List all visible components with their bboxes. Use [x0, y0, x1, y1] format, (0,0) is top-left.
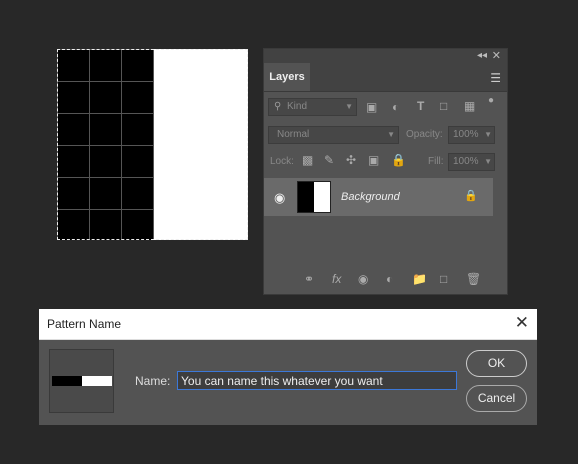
layers-panel: ◂◂ ✕ Layers ☰ ⚲ Kind ▼ ▣ ◐ T □ ▦ ● Norma… — [263, 48, 508, 295]
ok-button[interactable]: OK — [466, 350, 527, 377]
fill-field[interactable]: 100% ▼ — [448, 153, 495, 171]
dialog-title: Pattern Name — [47, 317, 122, 331]
blend-mode-value: Normal — [277, 129, 310, 140]
layer-filter-select[interactable]: ⚲ Kind ▼ — [268, 98, 357, 116]
lock-artboard-icon[interactable]: ▣ — [368, 153, 379, 167]
opacity-value: 100% — [453, 129, 479, 140]
adjustment-filter-icon[interactable]: ◐ — [392, 100, 399, 114]
close-icon[interactable]: ✕ — [492, 49, 501, 62]
panel-tabs: Layers ☰ — [264, 63, 507, 92]
chevron-down-icon: ▼ — [484, 130, 492, 139]
filter-toggle-icon[interactable]: ● — [488, 95, 494, 106]
pattern-preview — [49, 349, 114, 413]
new-layer-icon[interactable]: □ — [440, 272, 447, 286]
document-canvas[interactable] — [57, 49, 248, 240]
layer-thumbnail — [297, 181, 331, 213]
lock-all-icon[interactable]: 🔒 — [391, 153, 406, 167]
fill-value: 100% — [453, 156, 479, 167]
opacity-label: Opacity: — [406, 129, 443, 140]
search-icon: ⚲ — [274, 101, 282, 112]
trash-icon[interactable]: 🗑 — [466, 272, 481, 286]
double-chevron-icon[interactable]: ◂◂ — [477, 50, 487, 61]
lock-image-pixels-icon[interactable]: ✎ — [324, 153, 334, 167]
layer-row-background[interactable]: ◉ Background 🔒 — [264, 178, 493, 216]
link-layers-icon[interactable]: ⚭ — [304, 272, 314, 286]
smart-object-filter-icon[interactable]: ▦ — [464, 99, 475, 113]
layer-name[interactable]: Background — [341, 191, 400, 203]
name-label: Name: — [135, 374, 171, 388]
panel-footer: ⚭ fx ◉ ◐ 📁 □ 🗑 — [264, 266, 507, 294]
lock-label: Lock: — [270, 156, 294, 167]
close-icon[interactable]: ✕ — [515, 313, 529, 333]
chevron-down-icon: ▼ — [387, 130, 395, 139]
dialog-titlebar: Pattern Name ✕ — [39, 309, 537, 340]
tab-layers[interactable]: Layers — [264, 63, 310, 91]
pattern-name-dialog: Pattern Name ✕ Name: OK Cancel — [39, 309, 537, 425]
type-filter-icon[interactable]: T — [417, 99, 424, 113]
chevron-down-icon: ▼ — [484, 157, 492, 166]
cancel-button[interactable]: Cancel — [466, 385, 527, 412]
shape-filter-icon[interactable]: □ — [440, 99, 447, 113]
fill-label: Fill: — [428, 156, 444, 167]
layer-mask-icon[interactable]: ◉ — [358, 272, 368, 286]
fx-icon[interactable]: fx — [332, 272, 341, 286]
black-grid-pattern — [57, 49, 154, 240]
hamburger-icon[interactable]: ☰ — [490, 71, 501, 85]
image-filter-icon[interactable]: ▣ — [366, 100, 377, 114]
filter-value: Kind — [287, 101, 308, 112]
chevron-down-icon: ▼ — [345, 102, 353, 111]
lock-transparent-pixels-icon[interactable]: ▩ — [302, 153, 313, 167]
lock-position-icon[interactable]: ✣ — [346, 153, 356, 167]
folder-icon[interactable]: 📁 — [412, 272, 427, 286]
panel-topbar: ◂◂ ✕ — [264, 49, 507, 63]
lock-icon[interactable]: 🔒 — [464, 189, 478, 202]
opacity-field[interactable]: 100% ▼ — [448, 126, 495, 144]
pattern-name-input[interactable] — [177, 371, 457, 390]
blend-mode-select[interactable]: Normal ▼ — [268, 126, 399, 144]
adjustment-layer-icon[interactable]: ◐ — [386, 272, 393, 286]
eye-icon[interactable]: ◉ — [274, 190, 285, 206]
